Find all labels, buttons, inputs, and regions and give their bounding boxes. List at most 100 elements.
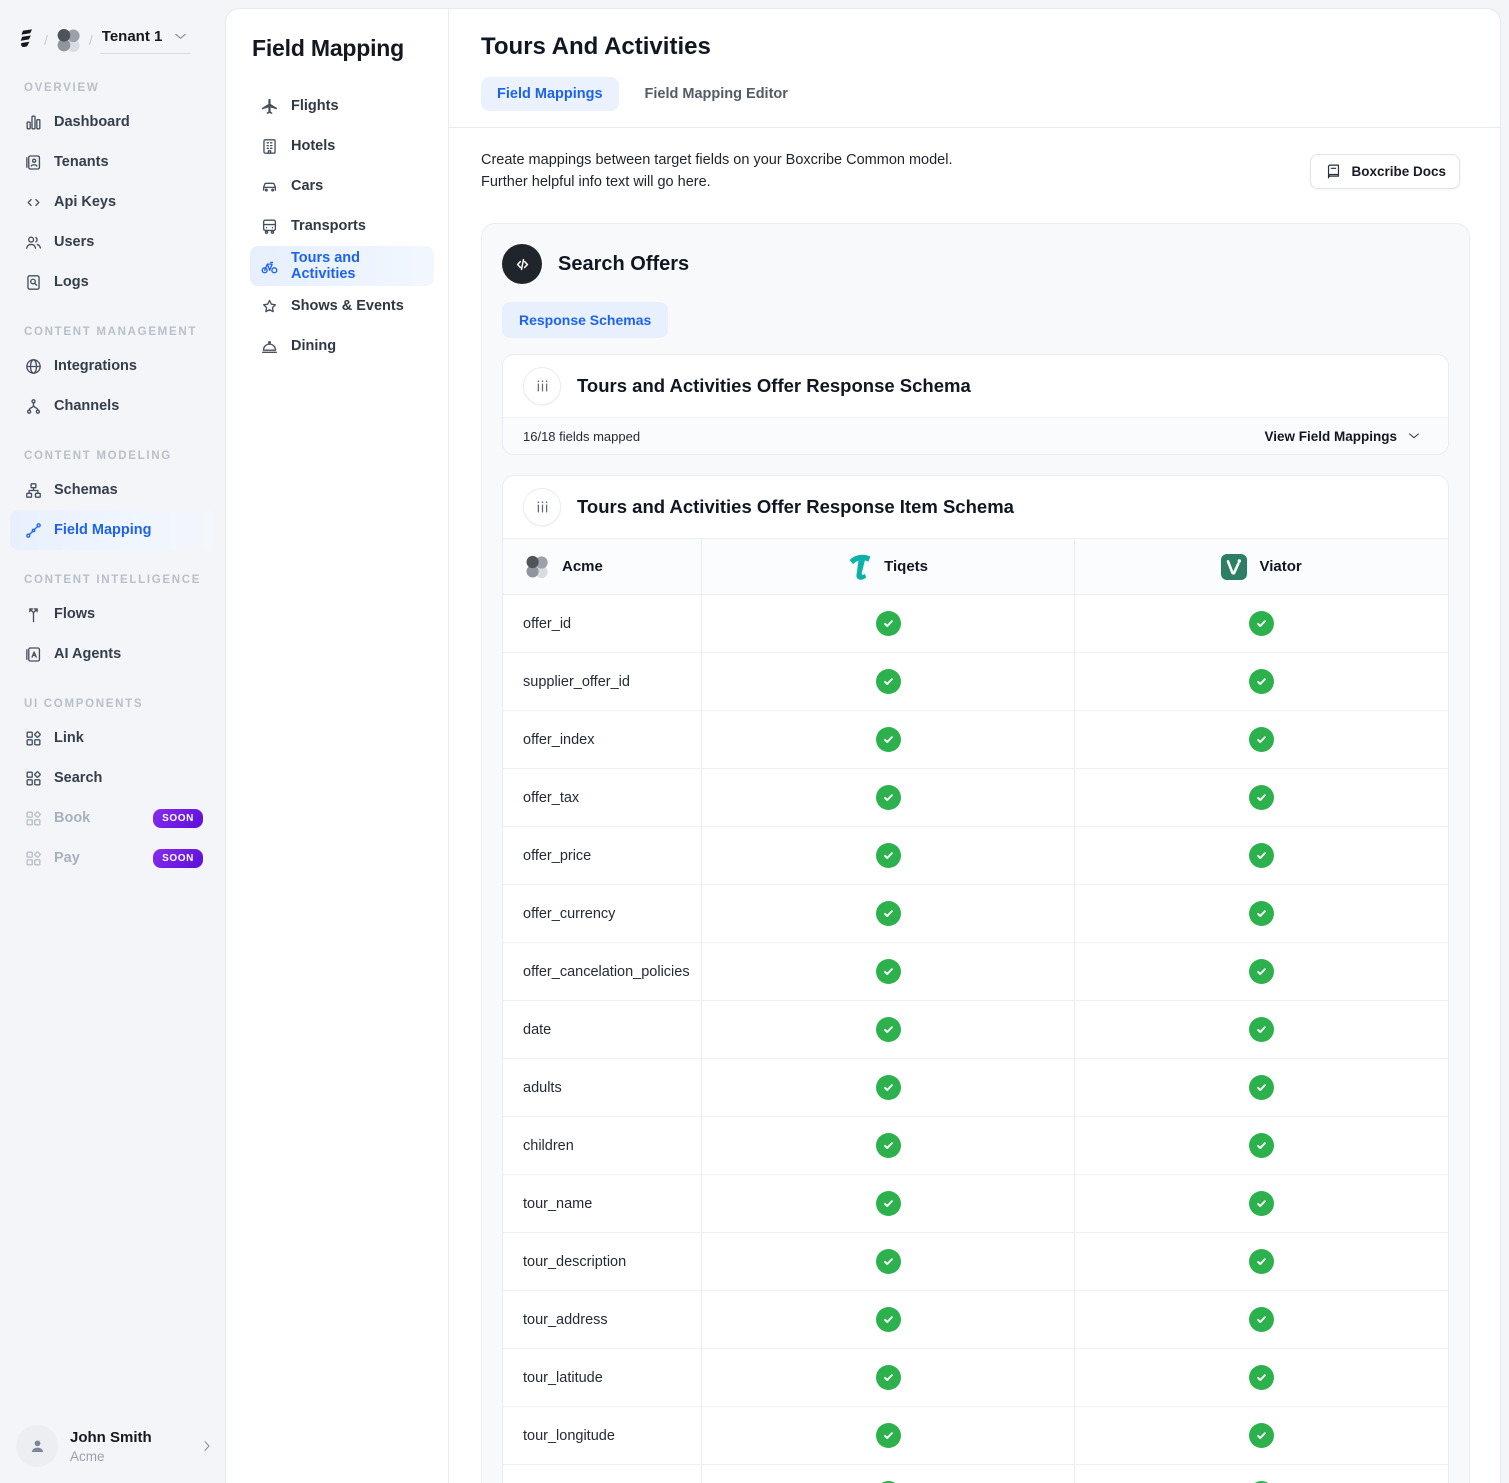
mapping-cell-viator xyxy=(1075,711,1448,769)
description-line: Create mappings between target fields on… xyxy=(481,149,953,171)
panel-item-transports[interactable]: Transports xyxy=(250,206,434,246)
table-row: offer_price xyxy=(503,827,1448,885)
response-schemas-chip[interactable]: Response Schemas xyxy=(502,302,668,338)
sidebar-item-flows[interactable]: Flows xyxy=(0,594,225,634)
table-row: tour_latitude xyxy=(503,1349,1448,1407)
panel-item-tours-and-activities[interactable]: Tours and Activities xyxy=(250,246,434,286)
sidebar-item-field-mapping[interactable]: Field Mapping xyxy=(10,510,215,550)
sidebar-nav: OVERVIEW Dashboard Tenants Api Keys UsersLog… xyxy=(0,82,225,878)
nav-section-label: UI COMPONENTS xyxy=(24,698,225,710)
sidebar-item-label: Dashboard xyxy=(54,114,130,130)
sidebar-item-integrations[interactable]: Integrations xyxy=(0,346,225,386)
field-mapping-icon xyxy=(24,521,43,540)
mapping-cell-tiqets xyxy=(701,1407,1074,1465)
page-title: Tours And Activities xyxy=(481,33,1468,61)
user-menu[interactable]: John Smith Acme xyxy=(16,1425,215,1467)
panel-item-shows-events[interactable]: Shows & Events xyxy=(250,286,434,326)
mapping-cell-tiqets xyxy=(701,711,1074,769)
table-row: offer_cancelation_policies xyxy=(503,943,1448,1001)
mapping-cell-tiqets xyxy=(701,943,1074,1001)
tenant-selector[interactable]: Tenant 1 xyxy=(100,26,192,54)
dashboard-icon xyxy=(24,113,43,132)
mapping-cell-tiqets xyxy=(701,1117,1074,1175)
check-icon xyxy=(1252,1138,1271,1153)
panel-item-flights[interactable]: Flights xyxy=(250,86,434,126)
check-icon xyxy=(1252,1312,1271,1327)
table-row: offer_tax xyxy=(503,769,1448,827)
check-icon xyxy=(1252,964,1271,979)
check-circle-icon xyxy=(876,669,901,694)
field-name: offer_currency xyxy=(523,906,615,922)
sidebar-item-label: Link xyxy=(54,730,84,746)
list-icon xyxy=(533,498,551,517)
mapping-cell-viator xyxy=(1075,1233,1448,1291)
tab-field-mappings[interactable]: Field Mappings xyxy=(481,77,619,111)
tiqets-logo xyxy=(848,553,872,581)
panel-nav: FlightsHotelsCarsTransportsTours and Act… xyxy=(250,86,434,366)
field-name-cell: offer_index xyxy=(503,711,701,769)
field-name-cell: tour_address xyxy=(503,1291,701,1349)
panel-item-hotels[interactable]: Hotels xyxy=(250,126,434,166)
mapping-cell-viator xyxy=(1075,1407,1448,1465)
field-name: supplier_offer_id xyxy=(523,674,630,690)
org-avatar-icon[interactable] xyxy=(55,27,82,54)
mapping-cell-tiqets xyxy=(701,1059,1074,1117)
sidebar-item-link[interactable]: Link xyxy=(0,718,225,758)
field-name-cell: tour_name xyxy=(503,1175,701,1233)
schema-card-footer: 16/18 fields mapped View Field Mappings xyxy=(503,417,1448,454)
nav-section-label: CONTENT INTELLIGENCE xyxy=(24,574,225,586)
ai-agents-icon xyxy=(24,645,43,664)
field-name: tour_description xyxy=(523,1254,626,1270)
user-meta: John Smith Acme xyxy=(70,1429,152,1464)
docs-button[interactable]: Boxcribe Docs xyxy=(1310,154,1460,189)
channels-icon xyxy=(24,397,43,416)
nav-section-label: OVERVIEW xyxy=(24,82,225,94)
check-icon xyxy=(1252,790,1271,805)
transports-icon xyxy=(260,217,279,236)
main-card: Field Mapping FlightsHotelsCarsTransport… xyxy=(225,8,1501,1483)
sidebar-item-ai-agents[interactable]: AI Agents xyxy=(0,634,225,674)
check-circle-icon xyxy=(876,1191,901,1216)
check-circle-icon xyxy=(876,727,901,752)
component-icon xyxy=(24,809,43,828)
mapping-cell-tiqets xyxy=(701,595,1074,653)
soon-badge: SOON xyxy=(153,809,203,828)
sidebar-item-users[interactable]: Users xyxy=(0,222,225,262)
table-row: adults xyxy=(503,1059,1448,1117)
sidebar-item-logs[interactable]: Logs xyxy=(0,262,225,302)
check-icon xyxy=(879,674,898,689)
panel-item-cars[interactable]: Cars xyxy=(250,166,434,206)
mapping-cell-viator xyxy=(1075,1117,1448,1175)
sidebar: / / Tenant 1 OVERVIEW Dashboard Tenants Api… xyxy=(0,0,225,1483)
sidebar-item-tenants[interactable]: Tenants xyxy=(0,142,225,182)
field-name-cell: adults xyxy=(503,1059,701,1117)
tab-field-mapping-editor[interactable]: Field Mapping Editor xyxy=(629,77,804,111)
check-circle-icon xyxy=(1249,611,1274,636)
sidebar-item-dashboard[interactable]: Dashboard xyxy=(0,102,225,142)
field-name: tour_address xyxy=(523,1312,608,1328)
mapping-cell-viator xyxy=(1075,827,1448,885)
sidebar-item-channels[interactable]: Channels xyxy=(0,386,225,426)
field-name: offer_index xyxy=(523,732,594,748)
chevron-down-icon xyxy=(1406,428,1422,444)
breadcrumb: / / Tenant 1 xyxy=(0,0,225,54)
sidebar-item-search[interactable]: Search xyxy=(0,758,225,798)
person-icon xyxy=(28,1435,47,1457)
component-icon xyxy=(24,729,43,748)
acme-logo xyxy=(524,554,550,580)
check-icon xyxy=(1252,1254,1271,1269)
app-logo-icon[interactable] xyxy=(16,29,37,52)
view-field-mappings-button[interactable]: View Field Mappings xyxy=(1258,427,1428,445)
sidebar-item-api-keys[interactable]: Api Keys xyxy=(0,182,225,222)
panel-item-dining[interactable]: Dining xyxy=(250,326,434,366)
check-icon xyxy=(879,1196,898,1211)
mapping-cell-tiqets xyxy=(701,1001,1074,1059)
search-offers-section: Search Offers Response Schemas Tours and… xyxy=(481,223,1470,1483)
check-icon xyxy=(1252,1022,1271,1037)
integrations-icon xyxy=(24,357,43,376)
logs-icon xyxy=(24,273,43,292)
sidebar-item-schemas[interactable]: Schemas xyxy=(0,470,225,510)
field-name: offer_cancelation_policies xyxy=(523,964,690,980)
sidebar-item-label: Api Keys xyxy=(54,194,116,210)
check-icon xyxy=(879,790,898,805)
